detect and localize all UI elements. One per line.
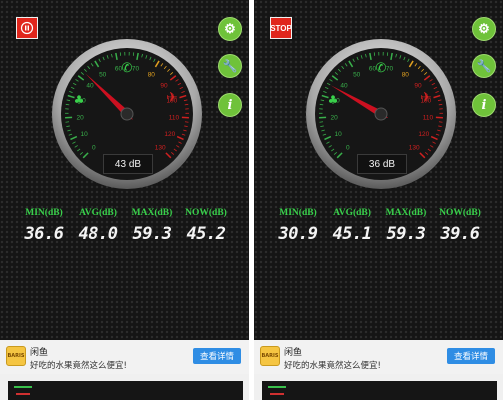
bottom-area — [0, 374, 249, 400]
gauge-tick — [319, 103, 324, 106]
gauge-scale-label: 40 — [340, 83, 348, 90]
phone-icon: ✆ — [122, 61, 133, 76]
gauge-scale-label: 0 — [346, 145, 350, 152]
airplane-icon: ✈ — [166, 90, 178, 106]
graph-line-red — [16, 393, 30, 395]
ad-banner[interactable]: BARIS 闲鱼 好吃的水果竟然这么便宜! 查看详情 — [254, 340, 503, 374]
graph-line-green — [14, 386, 32, 388]
gauge-scale-label: 20 — [76, 114, 84, 121]
ad-banner[interactable]: BARIS 闲鱼 好吃的水果竟然这么便宜! 查看详情 — [0, 340, 249, 374]
gauge-scale-label: 0 — [92, 145, 96, 152]
meter-panel-right: STOP ⚙ 🔧 i 0 10 20 30 40 50 60 70 80 90 100 110 120 1… — [254, 0, 503, 400]
stat-now: NOW(dB) 39.6 — [439, 208, 481, 244]
ad-subtitle: 好吃的水果竟然这么便宜! — [284, 361, 381, 371]
stat-min: MIN(dB) 36.6 — [24, 208, 64, 244]
info-button[interactable]: i — [472, 93, 496, 117]
gauge-hub — [374, 107, 388, 121]
meter-panel-left: ⚙ 🔧 i 0 10 20 30 40 50 60 70 80 90 100 110 120 130 ✆ ♣ ✈… — [0, 0, 249, 400]
gauge-tick — [184, 103, 189, 106]
wrench-icon: 🔧 — [222, 59, 238, 73]
tree-icon: ♣ — [74, 93, 85, 107]
graph-line-green — [268, 386, 286, 388]
ad-app-icon: BARIS — [260, 346, 280, 366]
ad-app-icon: BARIS — [6, 346, 26, 366]
gear-icon: ⚙ — [478, 21, 490, 37]
stat-now: NOW(dB) 45.2 — [185, 208, 227, 244]
gauge-scale-label: 120 — [164, 131, 175, 138]
stat-max: MAX(dB) 59.3 — [385, 208, 427, 244]
phone-icon: ✆ — [376, 61, 387, 76]
ad-subtitle: 好吃的水果竟然这么便宜! — [30, 361, 127, 371]
ad-title: 闲鱼 — [30, 348, 49, 358]
tree-icon: ♣ — [328, 93, 339, 107]
gauge-scale-label: 40 — [86, 83, 94, 90]
gear-icon: ⚙ — [224, 21, 236, 37]
gauge-scale-label: 20 — [330, 114, 338, 121]
tools-button[interactable]: 🔧 — [218, 54, 242, 78]
pause-icon — [20, 21, 34, 35]
gauge-scale-label: 90 — [160, 83, 168, 90]
graph-line-red — [270, 393, 284, 395]
gauge-scale-label: 130 — [409, 145, 420, 152]
airplane-icon: ✈ — [420, 90, 432, 106]
ad-title: 闲鱼 — [284, 348, 303, 358]
info-icon: i — [227, 97, 233, 113]
gauge-scale-label: 50 — [353, 71, 361, 78]
info-icon: i — [481, 97, 487, 113]
pause-button[interactable] — [16, 17, 38, 39]
gauge-hub — [120, 107, 134, 121]
info-button[interactable]: i — [218, 93, 242, 117]
gauge-scale-label: 80 — [402, 71, 410, 78]
settings-button[interactable]: ⚙ — [472, 17, 496, 41]
settings-button[interactable]: ⚙ — [218, 17, 242, 41]
gauge-tick — [438, 103, 443, 106]
gauge-scale-label: 90 — [414, 83, 422, 90]
history-graph — [8, 381, 243, 400]
bottom-area — [254, 374, 503, 400]
stop-button[interactable]: STOP — [270, 17, 292, 39]
db-readout: 43 dB — [103, 154, 153, 174]
stat-max: MAX(dB) 59.3 — [131, 208, 173, 244]
db-readout: 36 dB — [357, 154, 407, 174]
gauge-scale-label: 10 — [81, 131, 89, 138]
ad-details-button[interactable]: 查看详情 — [447, 348, 495, 364]
gauge-scale-label: 10 — [335, 131, 343, 138]
stat-avg: AVG(dB) 48.0 — [78, 208, 118, 244]
gauge-scale-label: 70 — [386, 65, 394, 72]
gauge-tick — [65, 103, 70, 106]
gauge-scale-label: 80 — [148, 71, 156, 78]
gauge-scale-label: 130 — [155, 145, 166, 152]
tools-button[interactable]: 🔧 — [472, 54, 496, 78]
gauge-scale-label: 110 — [423, 114, 434, 121]
gauge-scale-label: 70 — [132, 65, 140, 72]
ad-details-button[interactable]: 查看详情 — [193, 348, 241, 364]
gauge-scale-label: 110 — [169, 114, 180, 121]
wrench-icon: 🔧 — [476, 59, 492, 73]
stat-min: MIN(dB) 30.9 — [278, 208, 318, 244]
gauge-scale-label: 50 — [99, 71, 107, 78]
stat-avg: AVG(dB) 45.1 — [332, 208, 372, 244]
gauge-scale-label: 120 — [418, 131, 429, 138]
history-graph — [262, 381, 497, 400]
